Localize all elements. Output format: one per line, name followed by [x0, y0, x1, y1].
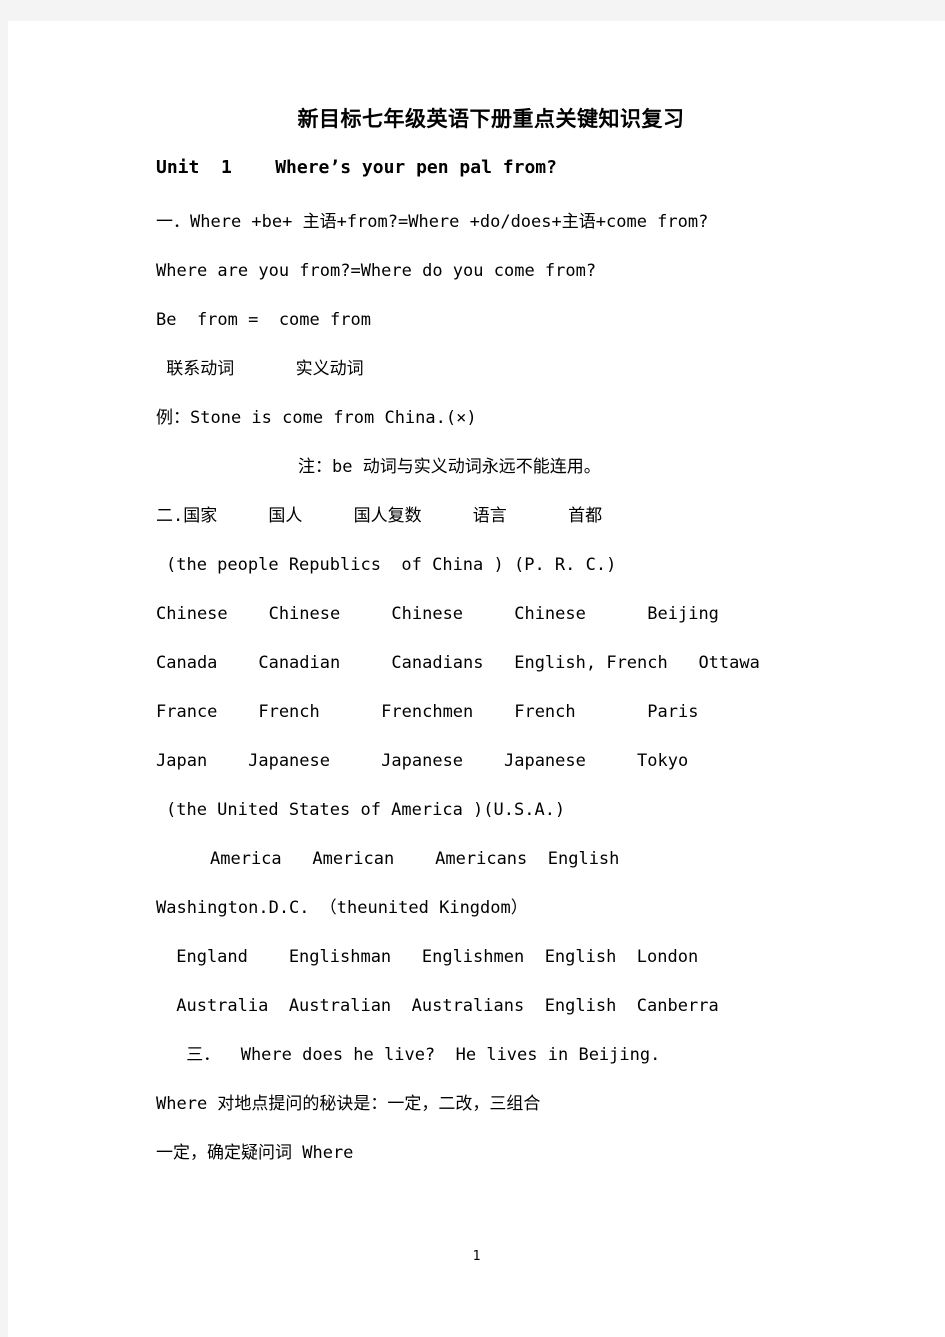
document-line: (the United States of America )(U.S.A.) — [166, 799, 566, 820]
document-line: 二.国家 国人 国人复数 语言 首都 — [156, 505, 603, 526]
unit-heading: Unit 1 Where’s your pen pal from? — [156, 157, 557, 179]
document-line: Where 对地点提问的秘诀是：一定，二改，三组合 — [156, 1093, 541, 1114]
document-line: Washington.D.C. （theunited Kingdom） — [156, 897, 528, 918]
document-line: France French Frenchmen French Paris — [156, 701, 699, 722]
document-line: (the people Republics of China ) (P. R. … — [166, 554, 617, 575]
document-line: 联系动词 实义动词 — [156, 358, 364, 379]
document-line: Be from = come from — [156, 309, 371, 330]
document-page: 新目标七年级英语下册重点关键知识复习 Unit 1 Where’s your p… — [8, 21, 945, 1337]
document-line: 注：be 动词与实义动词永远不能连用。 — [298, 456, 601, 477]
document-line: 一定，确定疑问词 Where — [156, 1142, 354, 1163]
document-line: 三． Where does he live? He lives in Beiji… — [176, 1044, 661, 1065]
document-line: Japan Japanese Japanese Japanese Tokyo — [156, 750, 689, 771]
document-content: 新目标七年级英语下册重点关键知识复习 Unit 1 Where’s your p… — [148, 106, 828, 1178]
document-line: England Englishman Englishmen English Lo… — [166, 946, 699, 967]
document-line: America American Americans English — [210, 848, 620, 869]
document-line: Canada Canadian Canadians English, Frenc… — [156, 652, 760, 673]
document-line: Chinese Chinese Chinese Chinese Beijing — [156, 603, 719, 624]
page-number: 1 — [472, 1249, 481, 1264]
document-line: Australia Australian Australians English… — [166, 995, 719, 1016]
document-line: Where are you from?=Where do you come fr… — [156, 260, 597, 281]
document-body: 一．Where +be+ 主语+from?=Where +do/does+主语+… — [148, 198, 828, 1178]
document-line: 一．Where +be+ 主语+from?=Where +do/does+主语+… — [156, 211, 709, 232]
document-line: 例：Stone is come from China.(×) — [156, 407, 477, 428]
page-title: 新目标七年级英语下册重点关键知识复习 — [297, 106, 685, 131]
